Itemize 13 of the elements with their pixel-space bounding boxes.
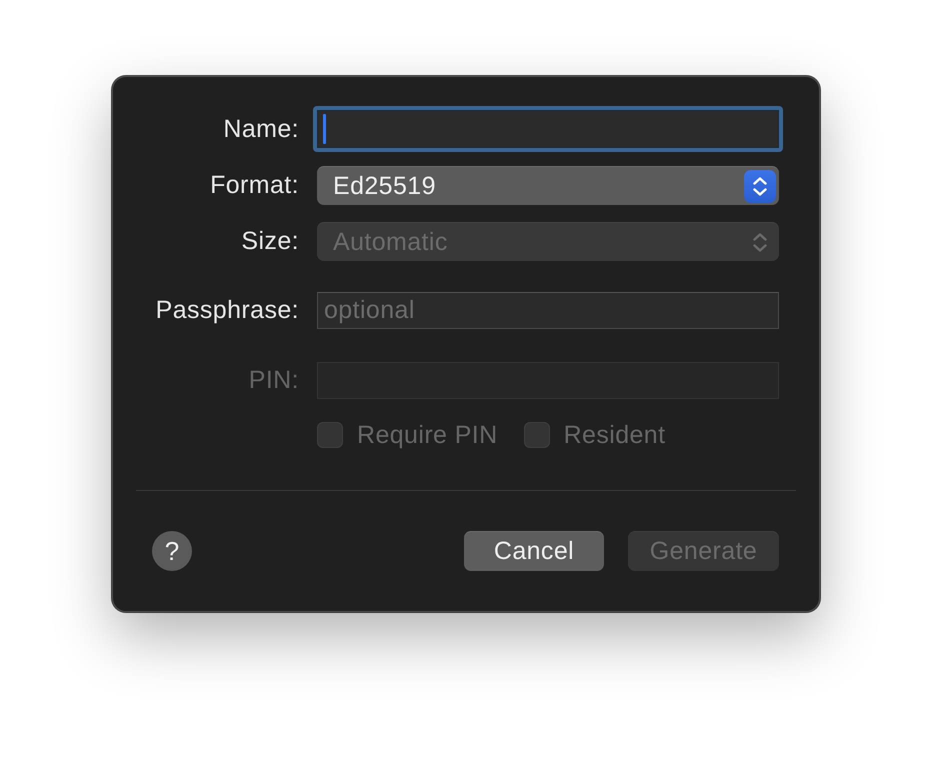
dialog-button[interactable]: Cancel	[464, 531, 604, 571]
help-button[interactable]: ?	[152, 531, 192, 571]
popup-button[interactable]: Ed25519	[317, 166, 779, 205]
field-label: Size:	[241, 227, 299, 256]
input-field[interactable]	[313, 106, 783, 152]
checkbox-label: Require PIN	[357, 420, 498, 450]
input-field[interactable]: optional	[317, 292, 779, 329]
chevron-up-down-icon	[744, 170, 776, 202]
field-label: Name:	[223, 114, 299, 144]
field-label: Passphrase:	[156, 296, 299, 325]
field-label: PIN:	[248, 366, 299, 395]
checkbox-label: Resident	[564, 420, 666, 450]
field-label: Format:	[210, 171, 299, 200]
